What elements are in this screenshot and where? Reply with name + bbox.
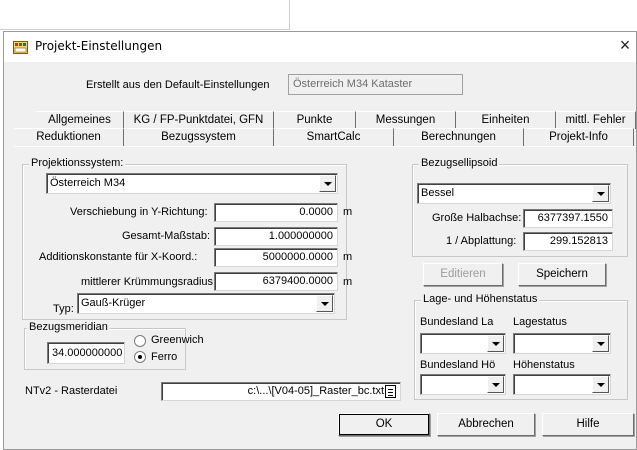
shift-y-input[interactable]: 0.0000 — [214, 203, 338, 222]
projection-system-value: Österreich M34 — [50, 177, 126, 189]
project-settings-dialog: Projekt-Einstellungen × Erstellt aus den… — [3, 31, 637, 450]
addition-x-unit: m — [343, 251, 353, 263]
tab-bezugssystem[interactable]: Bezugssystem — [124, 128, 274, 146]
save-ellipsoid-button[interactable]: Speichern — [518, 263, 606, 286]
app-icon — [13, 40, 28, 54]
position-status-select[interactable] — [513, 333, 611, 354]
ntv2-input[interactable]: c:\...\[V04-05]_Raster_bc.txt — [161, 382, 401, 401]
addition-x-input[interactable]: 5000000.0000 — [214, 248, 338, 267]
tab-row-2: Reduktionen Bezugssystem SmartCalc Berec… — [14, 128, 634, 146]
flattening-label: 1 / Abplattung: — [446, 235, 517, 247]
greenwich-radio[interactable] — [134, 335, 146, 347]
chevron-down-icon[interactable] — [592, 185, 609, 202]
title-bar: Projekt-Einstellungen × — [4, 32, 636, 62]
chevron-down-icon[interactable] — [592, 335, 609, 352]
chevron-down-icon[interactable] — [487, 376, 504, 393]
ellipsoid-value: Bessel — [421, 187, 455, 199]
ntv2-label: NTv2 - Rasterdatei — [25, 385, 118, 397]
tab-messungen[interactable]: Messungen — [356, 111, 456, 129]
tab-reduktionen[interactable]: Reduktionen — [14, 128, 124, 146]
semi-major-input[interactable]: 6377397.1550 — [523, 209, 613, 228]
projection-group-title: Projektionssystem: — [29, 157, 126, 169]
ntv2-path: c:\...\[V04-05]_Raster_bc.txt — [247, 385, 384, 397]
tab-panel-edge — [14, 146, 636, 147]
tab-berechnungen[interactable]: Berechnungen — [394, 128, 524, 146]
created-from-field: Österreich M34 Kataster — [288, 74, 463, 95]
tab-allgemeines[interactable]: Allgemeines — [36, 111, 124, 129]
meridian-input[interactable]: 34.000000000 — [47, 342, 125, 364]
meridian-group-title: Bezugsmeridian — [27, 321, 110, 333]
help-button[interactable]: Hilfe — [542, 413, 634, 436]
shift-y-unit: m — [343, 206, 353, 218]
ferro-label: Ferro — [151, 351, 178, 363]
state-height-select[interactable] — [420, 374, 506, 395]
tab-smartcalc[interactable]: SmartCalc — [274, 128, 394, 146]
tab-kg-fp-punktdatei[interactable]: KG / FP-Punktdatei, GFN — [124, 111, 274, 129]
tab-punkte[interactable]: Punkte — [274, 111, 356, 129]
file-icon[interactable] — [385, 385, 396, 398]
scale-input[interactable]: 1.000000000 — [214, 227, 338, 246]
background-strip — [0, 0, 290, 30]
chevron-down-icon[interactable] — [316, 295, 333, 312]
edit-ellipsoid-button[interactable]: Editieren — [423, 263, 503, 286]
tab-mittl-fehler[interactable]: mittl. Fehler — [556, 111, 636, 129]
projection-system-select[interactable]: Österreich M34 — [46, 173, 338, 194]
ok-button[interactable]: OK — [338, 413, 430, 436]
semi-major-label: Große Halbachse: — [432, 212, 522, 224]
state-position-label: Bundesland La — [420, 316, 494, 328]
chevron-down-icon[interactable] — [487, 335, 504, 352]
shift-y-label: Verschiebung in Y-Richtung: — [70, 206, 208, 218]
projection-type-select[interactable]: Gauß-Krüger — [77, 293, 335, 314]
radius-input[interactable]: 6379400.0000 — [214, 272, 338, 291]
projection-type-value: Gauß-Krüger — [81, 297, 146, 309]
height-status-label: Höhenstatus — [513, 359, 575, 371]
radius-unit: m — [343, 276, 353, 288]
ellipsoid-group-title: Bezugsellipsoid — [419, 157, 500, 169]
position-status-label: Lagestatus — [513, 316, 567, 328]
height-status-select[interactable] — [513, 374, 611, 395]
status-group-title: Lage- und Höhenstatus — [421, 293, 540, 305]
addition-x-label: Additionskonstante für X-Koord.: — [39, 251, 198, 263]
radius-label: mittlerer Krümmungsradius: — [81, 276, 217, 288]
scale-label: Gesamt-Maßstab: — [122, 230, 211, 242]
ferro-radio[interactable] — [134, 351, 146, 363]
flattening-input[interactable]: 299.152813 — [523, 232, 613, 251]
state-height-label: Bundesland Hö — [420, 359, 496, 371]
cancel-button[interactable]: Abbrechen — [437, 413, 535, 436]
chevron-down-icon[interactable] — [592, 376, 609, 393]
greenwich-label: Greenwich — [151, 334, 204, 346]
tab-row-1: Allgemeines KG / FP-Punktdatei, GFN Punk… — [36, 111, 636, 129]
close-icon[interactable]: × — [616, 36, 634, 56]
tab-einheiten[interactable]: Einheiten — [456, 111, 556, 129]
tab-projekt-info[interactable]: Projekt-Info — [524, 128, 634, 146]
created-from-label: Erstellt aus den Default-Einstellungen — [86, 79, 270, 91]
state-position-select[interactable] — [420, 333, 506, 354]
ellipsoid-select[interactable]: Bessel — [417, 183, 611, 204]
type-label: Typ: — [53, 303, 74, 315]
chevron-down-icon[interactable] — [319, 175, 336, 192]
window-title: Projekt-Einstellungen — [35, 39, 163, 53]
